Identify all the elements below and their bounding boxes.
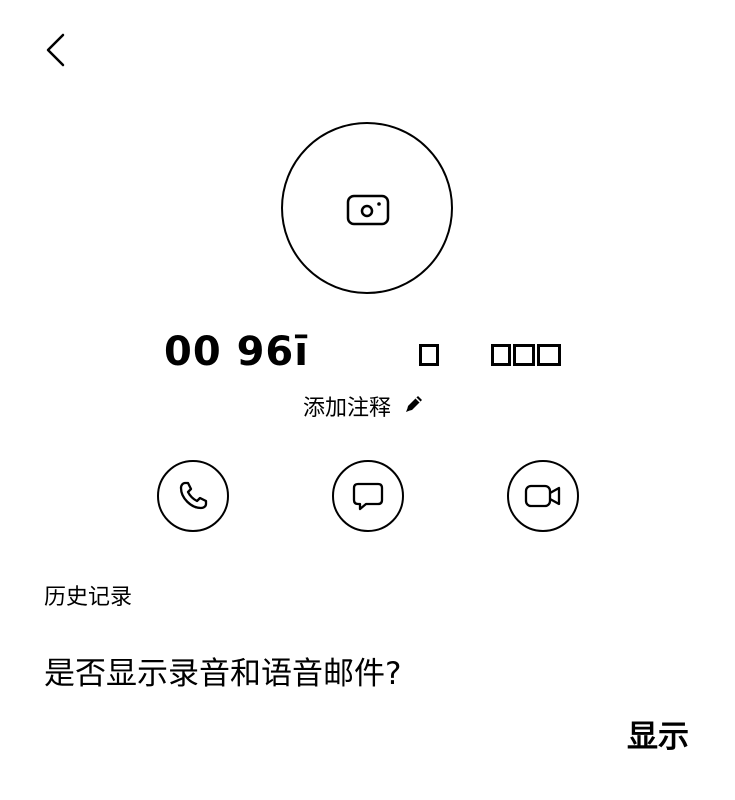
- message-button[interactable]: [332, 460, 404, 532]
- unrendered-glyph: [419, 344, 439, 366]
- phone-number-text: 00 96ī: [164, 329, 309, 375]
- pencil-icon: [403, 393, 425, 425]
- add-note-label: 添加注释: [303, 396, 392, 421]
- contact-avatar[interactable]: [281, 122, 453, 294]
- chevron-left-icon: [46, 33, 65, 67]
- message-bubble-icon: [352, 482, 384, 511]
- unrendered-glyph: [537, 344, 561, 366]
- unrendered-glyph: [491, 344, 511, 366]
- show-button[interactable]: 显示: [627, 715, 689, 759]
- unrendered-glyph: [513, 344, 535, 366]
- camera-icon: [346, 194, 390, 226]
- call-button[interactable]: [157, 460, 229, 532]
- phone-icon: [179, 481, 208, 510]
- contact-number: 00 96ī: [164, 328, 584, 376]
- back-button[interactable]: [34, 28, 78, 72]
- voicemail-prompt: 是否显示录音和语音邮件?: [44, 656, 402, 692]
- video-call-button[interactable]: [507, 460, 579, 532]
- video-camera-icon: [524, 484, 561, 508]
- add-note-button[interactable]: 添加注释: [303, 393, 425, 425]
- history-title: 历史记录: [44, 585, 133, 610]
